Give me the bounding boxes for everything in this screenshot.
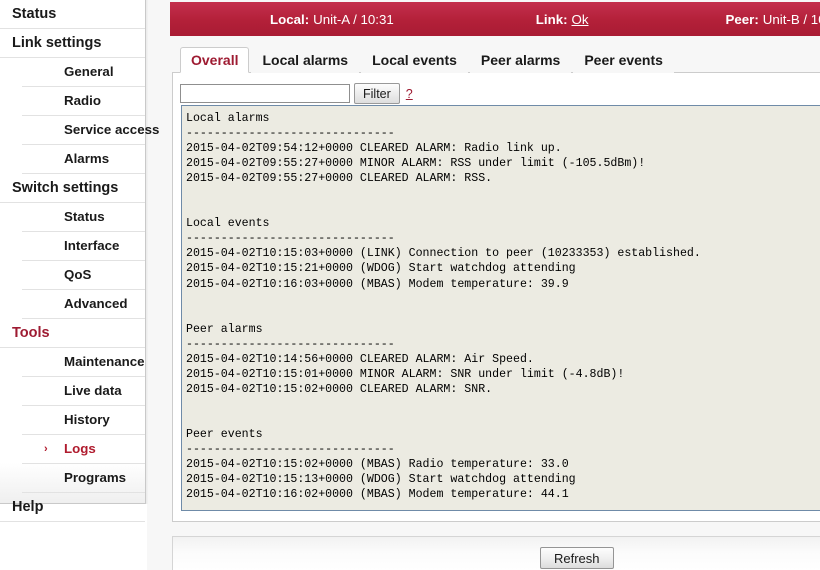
status-header-row: Local: Unit-A / 10:31 Link: Ok Peer: Uni… (170, 2, 820, 36)
sidebar-entry-label: Switch settings (12, 180, 119, 196)
sidebar-item-alarms[interactable]: Alarms (22, 145, 145, 174)
footer-bar (172, 536, 820, 570)
header-peer-label: Peer: (725, 11, 759, 27)
header-link-value[interactable]: Ok (572, 12, 589, 27)
tab-peer-events[interactable]: Peer events (573, 47, 674, 73)
sidebar-item-live-data[interactable]: Live data (22, 377, 145, 406)
sidebar-item-status[interactable]: Status (22, 203, 145, 232)
sidebar-entry-label: Interface (64, 238, 120, 253)
sidebar-item-radio[interactable]: Radio (22, 87, 145, 116)
sidebar-item-programs[interactable]: Programs (22, 464, 145, 493)
header-local-label: Local: (270, 11, 310, 27)
sidebar-entry-label: Advanced (64, 296, 128, 311)
sidebar-section-link-settings[interactable]: Link settings (0, 29, 145, 58)
sidebar-list: Status Link settings General Radio Service a… (0, 0, 159, 522)
header-local-status: Local: Unit-A / 10:31 (270, 12, 394, 27)
footer-gap (147, 523, 820, 536)
status-header-bar: Local: Unit-A / 10:31 Link: Ok Peer: Uni… (170, 2, 820, 36)
tab-local-events[interactable]: Local events (361, 47, 468, 73)
sidebar-item-service-access[interactable]: Service access (22, 116, 159, 145)
sidebar-section-status[interactable]: Status (0, 0, 145, 29)
sidebar-entry-label: QoS (64, 267, 92, 282)
sidebar-entry-label: Alarms (64, 151, 110, 166)
sidebar-entry-label: Radio (64, 93, 101, 108)
sidebar-entry-label: Logs (64, 441, 96, 456)
sidebar-entry-label: Live data (64, 383, 122, 398)
log-output-box[interactable]: Local alarms ---------------------------… (181, 105, 820, 511)
sidebar-item-logs[interactable]: › Logs (22, 435, 145, 464)
refresh-button[interactable]: Refresh (540, 547, 614, 569)
help-link[interactable]: ? (406, 87, 413, 101)
header-peer-value: Unit-B / 10 (762, 11, 820, 27)
sidebar-entry-label: Status (12, 6, 57, 22)
log-tabs: Overall Local alarms Local events Peer alar… (180, 47, 676, 73)
sidebar-navigation: Status Link settings General Radio Service a… (0, 0, 159, 522)
header-local-value: Unit-A / 10:31 (313, 11, 394, 27)
header-link-status: Link: Ok (536, 12, 589, 27)
sidebar-entry-label: Link settings (12, 35, 102, 51)
header-peer-status: Peer: Unit-B / 10 (726, 12, 820, 27)
filter-input[interactable] (180, 84, 350, 103)
sidebar-entry-label: Programs (64, 470, 127, 485)
sidebar-item-maintenance[interactable]: Maintenance (22, 348, 145, 377)
app-root: Status Link settings General Radio Service a… (0, 0, 820, 570)
tab-peer-alarms[interactable]: Peer alarms (469, 47, 572, 73)
tab-local-alarms[interactable]: Local alarms (251, 47, 360, 73)
sidebar-entry-label: Help (12, 499, 44, 515)
sidebar-section-tools[interactable]: Tools (0, 319, 145, 348)
tab-overall[interactable]: Overall (180, 47, 250, 73)
sidebar-item-interface[interactable]: Interface (22, 232, 145, 261)
sidebar-shadow (146, 0, 148, 504)
sidebar-entry-label: General (64, 64, 114, 79)
sidebar-item-general[interactable]: General (22, 58, 145, 87)
header-link-label: Link: (535, 11, 568, 27)
filter-button[interactable]: Filter (354, 83, 400, 104)
sidebar-section-switch-settings[interactable]: Switch settings (0, 174, 145, 203)
sidebar-entry-label: Maintenance (64, 354, 145, 369)
active-marker-icon: › (44, 443, 48, 455)
sidebar-item-qos[interactable]: QoS (22, 261, 145, 290)
sidebar-entry-label: Tools (12, 325, 50, 341)
sidebar-item-advanced[interactable]: Advanced (22, 290, 145, 319)
sidebar-item-history[interactable]: History (22, 406, 145, 435)
sidebar-entry-label: Status (64, 209, 105, 224)
log-output-text: Local alarms ---------------------------… (186, 112, 701, 502)
filter-toolbar: Filter ? (180, 83, 413, 104)
sidebar-entry-label: Service access (64, 122, 160, 137)
sidebar-section-help[interactable]: Help (0, 493, 145, 522)
sidebar-entry-label: History (64, 412, 110, 427)
